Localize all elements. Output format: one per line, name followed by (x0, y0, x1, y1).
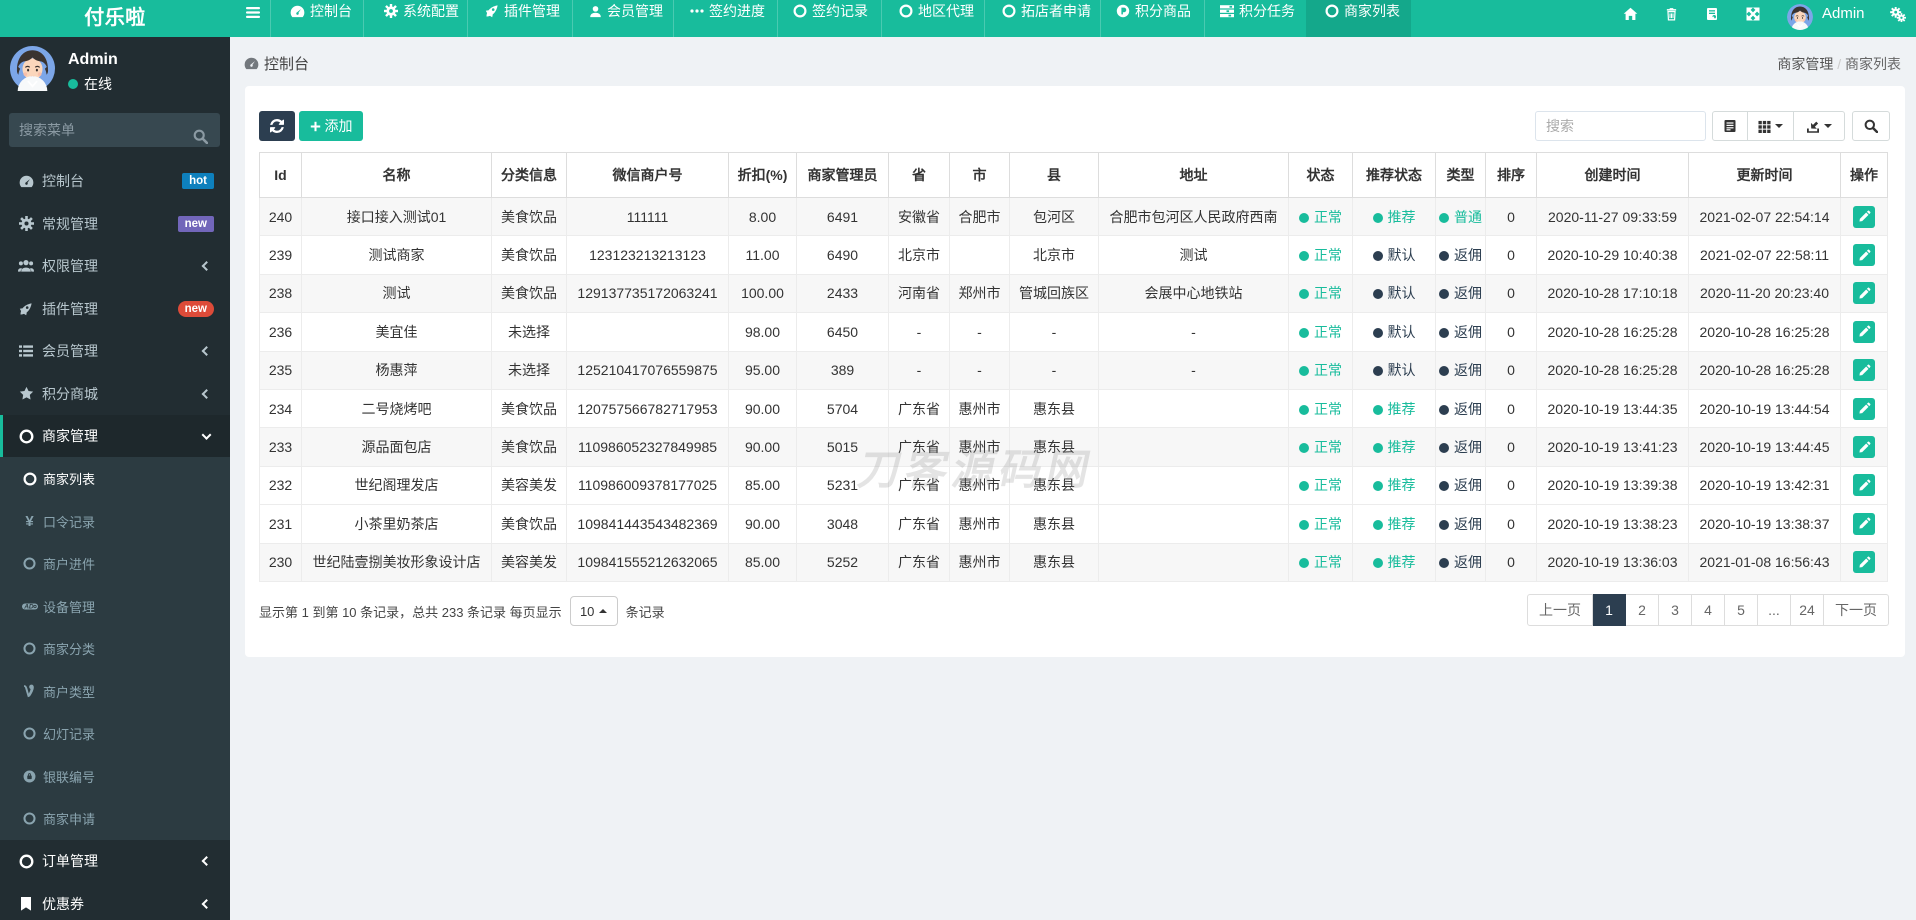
svg-text:AD: AD (23, 603, 34, 610)
